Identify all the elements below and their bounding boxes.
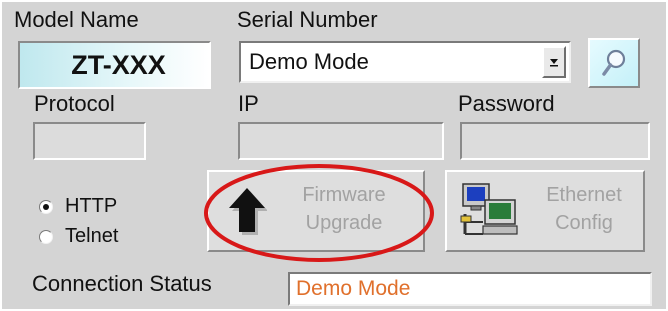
radio-http[interactable] <box>39 200 53 214</box>
ip-label: IP <box>238 91 259 116</box>
radio-telnet[interactable] <box>39 230 53 244</box>
model-name-display: ZT-XXX <box>18 41 211 89</box>
ethernet-config-button[interactable]: Ethernet Config <box>445 170 645 252</box>
search-button[interactable] <box>588 38 640 88</box>
serial-dropdown-button[interactable] <box>542 46 566 78</box>
password-input[interactable] <box>460 122 650 160</box>
radio-telnet-label: Telnet <box>65 225 119 247</box>
radio-http-label: HTTP <box>65 195 118 217</box>
model-name-label: Model Name <box>14 7 139 32</box>
network-computers-icon <box>460 183 518 235</box>
serial-number-select[interactable]: Demo Mode <box>239 41 571 83</box>
firmware-upgrade-button[interactable]: Firmware Upgrade <box>207 170 425 252</box>
upload-arrow-icon <box>229 188 267 235</box>
password-label: Password <box>458 91 555 116</box>
connection-status-value: Demo Mode <box>296 277 411 300</box>
ethernet-label-line1: Ethernet <box>546 184 622 206</box>
firmware-label-line1: Firmware <box>302 184 386 206</box>
protocol-field <box>33 122 146 160</box>
device-panel: Model Name ZT-XXX Serial Number Demo Mod… <box>2 2 666 309</box>
model-name-value: ZT-XXX <box>71 49 166 80</box>
connection-status-label: Connection Status <box>32 271 212 296</box>
chevron-down-icon <box>550 59 558 67</box>
serial-number-value: Demo Mode <box>249 49 369 74</box>
serial-number-label: Serial Number <box>237 7 378 32</box>
connection-status-field: Demo Mode <box>288 272 652 306</box>
magnifier-icon <box>602 49 626 76</box>
ethernet-label-line2: Config <box>555 212 613 234</box>
ip-input[interactable] <box>238 122 444 160</box>
protocol-label: Protocol <box>34 91 115 116</box>
radio-selected-dot <box>43 204 49 210</box>
firmware-label-line2: Upgrade <box>305 212 383 234</box>
